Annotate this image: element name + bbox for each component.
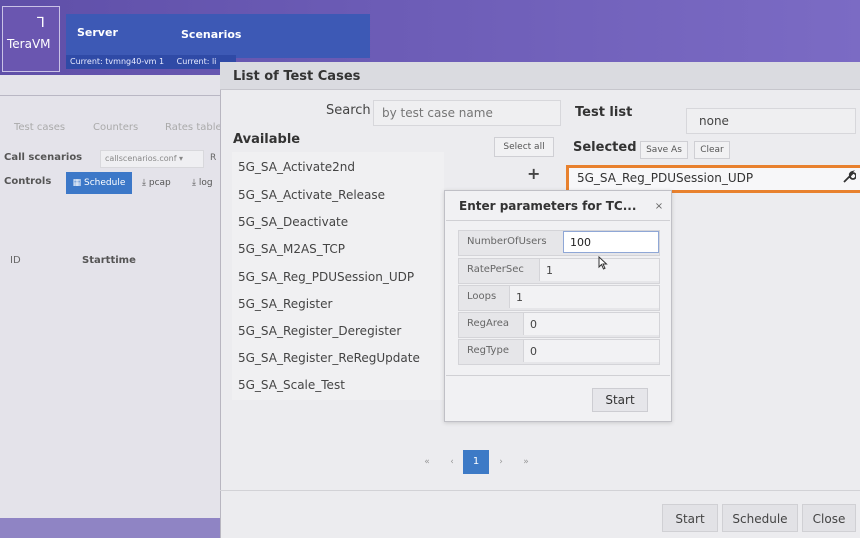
list-item[interactable]: 5G_SA_Register_ReRegUpdate [238, 351, 420, 365]
start-button[interactable]: Start [662, 504, 718, 532]
divider [446, 220, 670, 221]
divider [220, 490, 860, 491]
save-as-button[interactable]: Save As [640, 141, 688, 159]
pagination-first[interactable]: « [415, 450, 439, 474]
calendar-icon: ▦ [72, 178, 82, 188]
search-input[interactable] [373, 100, 561, 126]
tab-test-cases[interactable]: Test cases [14, 122, 65, 133]
test-list-value: none [699, 114, 729, 128]
call-scenarios-label: Call scenarios [4, 152, 83, 163]
param-label: Loops [467, 291, 497, 302]
logo-text: TeraVM [7, 37, 51, 51]
popup-start-button[interactable]: Start [592, 388, 648, 412]
schedule-label: Schedule [84, 178, 126, 188]
nav-scenarios[interactable]: Scenarios [181, 28, 241, 41]
list-item[interactable]: 5G_SA_Register_Deregister [238, 324, 401, 338]
current-vm-status: Current: tvmng40-vm 1 [70, 57, 165, 66]
param-label: RatePerSec [467, 264, 524, 275]
schedule-button[interactable]: ▦ Schedule [66, 172, 132, 194]
mouse-cursor-icon [598, 255, 608, 273]
col-starttime: Starttime [82, 255, 136, 266]
reg-area-input[interactable] [523, 313, 659, 335]
available-list: 5G_SA_Activate2nd 5G_SA_Activate_Release… [232, 152, 444, 400]
status-bar: Current: tvmng40-vm 1 Current: li [66, 55, 236, 69]
reg-type-input[interactable] [523, 340, 659, 362]
list-item[interactable]: 5G_SA_Scale_Test [238, 378, 345, 392]
number-of-users-input[interactable] [563, 231, 659, 253]
list-item[interactable]: 5G_SA_Reg_PDUSession_UDP [238, 270, 414, 284]
param-label: RegArea [467, 318, 510, 329]
dialog-title-bar: List of Test Cases [220, 62, 860, 90]
param-row-reg-type: RegType [458, 339, 660, 365]
download-icon: ⤓ [192, 178, 196, 188]
tab-counters[interactable]: Counters [93, 122, 138, 133]
call-scenarios-extra: R [210, 153, 217, 163]
controls-label: Controls [4, 176, 52, 187]
param-row-number-of-users: NumberOfUsers [458, 230, 660, 256]
loops-input[interactable] [509, 286, 659, 308]
pagination-last[interactable]: » [514, 450, 538, 474]
close-icon[interactable]: × [651, 199, 667, 215]
table-header: ID Starttime [0, 250, 222, 274]
tab-rates-table[interactable]: Rates table [165, 122, 221, 133]
selected-label: Selected [573, 140, 637, 155]
list-item[interactable]: 5G_SA_Activate_Release [238, 188, 385, 202]
call-scenarios-select[interactable]: callscenarios.conf ▾ [100, 150, 204, 168]
log-button[interactable]: ⤓ log [192, 178, 220, 188]
col-id: ID [10, 255, 21, 266]
param-label: NumberOfUsers [467, 236, 547, 247]
pcap-button[interactable]: ⤓ pcap [142, 178, 171, 188]
selected-item-label: 5G_SA_Reg_PDUSession_UDP [577, 171, 754, 185]
pagination-current[interactable]: 1 [463, 450, 489, 474]
test-list-label: Test list [575, 105, 633, 120]
clear-button[interactable]: Clear [694, 141, 730, 159]
available-label: Available [233, 132, 301, 147]
list-item[interactable]: 5G_SA_M2AS_TCP [238, 242, 345, 256]
close-button[interactable]: Close [802, 504, 856, 532]
call-scenarios-value: callscenarios.conf [105, 154, 177, 163]
list-item[interactable]: 5G_SA_Activate2nd [238, 160, 355, 174]
pagination-next[interactable]: › [489, 450, 513, 474]
bottom-strip [0, 518, 222, 538]
test-list-select[interactable]: none [686, 108, 856, 134]
dialog-title: List of Test Cases [233, 69, 361, 84]
logo-mark-icon: ⅂ [37, 15, 45, 31]
selected-item[interactable]: 5G_SA_Reg_PDUSession_UDP [566, 165, 860, 193]
divider [0, 95, 222, 96]
popup-title: Enter parameters for TC... [459, 199, 637, 213]
background-panel [0, 75, 222, 538]
pcap-label: pcap [148, 178, 171, 188]
search-label: Search [326, 103, 371, 118]
schedule-footer-button[interactable]: Schedule [722, 504, 798, 532]
param-row-rate-per-sec: RatePerSec [458, 258, 660, 284]
current-other-status: Current: li [176, 57, 217, 66]
list-item[interactable]: 5G_SA_Deactivate [238, 215, 348, 229]
download-icon: ⤓ [142, 178, 146, 188]
divider [446, 375, 670, 376]
param-row-reg-area: RegArea [458, 312, 660, 338]
param-label: RegType [467, 345, 509, 356]
teravm-logo[interactable]: ⅂ TeraVM [2, 6, 60, 72]
select-all-button[interactable]: Select all [494, 137, 554, 157]
pagination-prev[interactable]: ‹ [440, 450, 464, 474]
param-row-loops: Loops [458, 285, 660, 311]
list-item[interactable]: 5G_SA_Register [238, 297, 332, 311]
wrench-icon[interactable] [842, 170, 857, 188]
nav-server[interactable]: Server [77, 26, 118, 39]
add-icon[interactable]: + [527, 164, 540, 183]
log-label: log [198, 178, 213, 188]
